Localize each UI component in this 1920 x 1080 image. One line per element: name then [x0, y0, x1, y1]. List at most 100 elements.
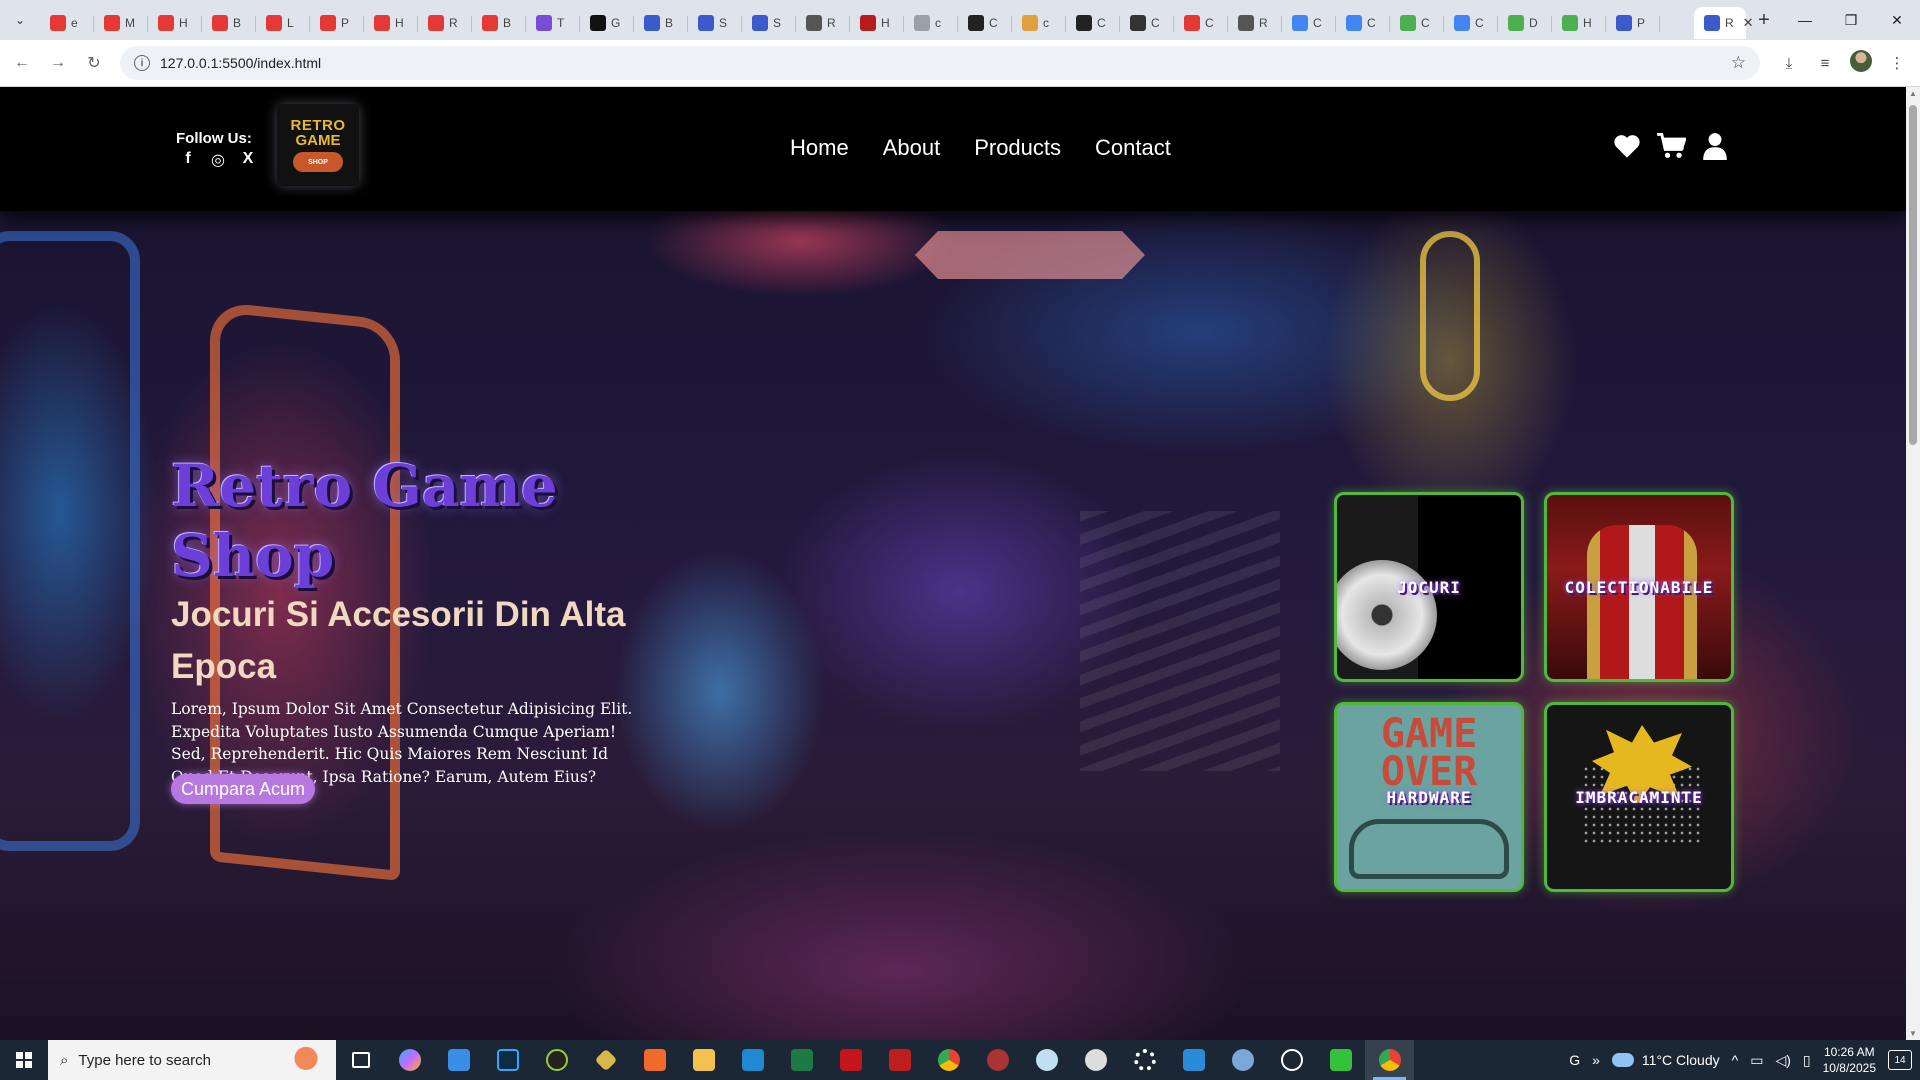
browser-tab[interactable]: c [1012, 7, 1066, 39]
browser-tab[interactable]: S [742, 7, 796, 39]
weather-widget[interactable]: 11°C Cloudy [1611, 1052, 1720, 1068]
nav-contact[interactable]: Contact [1095, 135, 1171, 161]
back-icon[interactable]: ← [4, 45, 40, 81]
app-icon[interactable] [630, 1040, 679, 1080]
browser-tab[interactable]: C [1120, 7, 1174, 39]
heart-icon[interactable] [1612, 131, 1642, 161]
language-indicator[interactable]: G [1569, 1052, 1580, 1068]
browser-tab[interactable]: D [1498, 7, 1552, 39]
app-icon[interactable] [1316, 1040, 1365, 1080]
browser-tab[interactable]: c [904, 7, 958, 39]
browser-tab[interactable]: B [472, 7, 526, 39]
start-button[interactable] [0, 1040, 48, 1080]
acrobat-icon[interactable] [826, 1040, 875, 1080]
browser-tab[interactable]: C [1066, 7, 1120, 39]
app-icon[interactable] [1169, 1040, 1218, 1080]
chevron-up-icon[interactable]: ^ [1732, 1052, 1739, 1068]
browser-tab[interactable]: C [1336, 7, 1390, 39]
browser-tab[interactable]: C [1390, 7, 1444, 39]
facebook-icon[interactable]: f [180, 150, 196, 170]
browser-tab[interactable]: P [1606, 7, 1660, 39]
category-card-jocuri[interactable]: JOCURI [1334, 492, 1524, 682]
cart-icon[interactable] [1656, 131, 1686, 161]
browser-tab[interactable]: T [526, 7, 580, 39]
reload-icon[interactable]: ↻ [76, 45, 112, 81]
restore-button[interactable]: ❐ [1828, 0, 1874, 40]
category-card-colectionabile[interactable]: COLECTIONABILE [1544, 492, 1734, 682]
app-icon[interactable] [1218, 1040, 1267, 1080]
browser-tab[interactable]: R [796, 7, 850, 39]
scrollbar-thumb[interactable] [1909, 105, 1917, 445]
browser-tab[interactable]: R [1228, 7, 1282, 39]
clock[interactable]: 10:26 AM 10/8/2025 [1823, 1044, 1876, 1076]
url-text[interactable]: 127.0.0.1:5500/index.html [160, 55, 1731, 71]
chrome-icon[interactable] [1365, 1040, 1414, 1080]
browser-tab[interactable]: B [202, 7, 256, 39]
download-icon[interactable]: ⤓ [1776, 55, 1802, 72]
browser-tab[interactable]: R [418, 7, 472, 39]
category-card-hardware[interactable]: GAME OVER HARDWARE [1334, 702, 1524, 892]
inkscape-icon[interactable] [532, 1040, 581, 1080]
app-icon[interactable] [973, 1040, 1022, 1080]
browser-tab[interactable]: B [634, 7, 688, 39]
browser-tab[interactable]: G [580, 7, 634, 39]
nav-home[interactable]: Home [790, 135, 849, 161]
browser-menu-icon[interactable]: ⋮ [1884, 54, 1910, 72]
browser-tab[interactable]: e [40, 7, 94, 39]
vscode-icon[interactable] [728, 1040, 777, 1080]
chatgpt-icon[interactable] [1267, 1040, 1316, 1080]
tab-search-button[interactable]: ⌄ [0, 0, 40, 40]
browser-tab[interactable]: L [256, 7, 310, 39]
browser-tab[interactable]: C [958, 7, 1012, 39]
battery-icon[interactable]: ▯ [1803, 1052, 1811, 1069]
x-twitter-icon[interactable]: X [240, 150, 256, 170]
browser-tab[interactable]: P [310, 7, 364, 39]
file-explorer-icon[interactable] [679, 1040, 728, 1080]
app-icon[interactable] [1071, 1040, 1120, 1080]
site-logo[interactable]: RETRO GAME SHOP [277, 104, 359, 186]
scroll-up-icon[interactable]: ▲ [1909, 89, 1917, 98]
network-icon[interactable]: ▭ [1750, 1052, 1763, 1069]
browser-tab[interactable]: C [1282, 7, 1336, 39]
browser-tab[interactable]: H [1552, 7, 1606, 39]
taskbar-search[interactable]: ⌕ Type here to search [48, 1040, 336, 1080]
page-scrollbar[interactable]: ▲ ▼ [1906, 87, 1920, 1040]
browser-tab[interactable]: H [148, 7, 202, 39]
chrome-icon[interactable] [924, 1040, 973, 1080]
excel-icon[interactable] [777, 1040, 826, 1080]
browser-tab[interactable]: M [94, 7, 148, 39]
forward-icon[interactable]: → [40, 45, 76, 81]
address-bar[interactable]: i 127.0.0.1:5500/index.html ☆ [120, 46, 1760, 80]
media-control-icon[interactable]: ≡ [1812, 55, 1838, 72]
copilot-icon[interactable] [385, 1040, 434, 1080]
photoshop-icon[interactable] [483, 1040, 532, 1080]
user-icon[interactable] [1700, 131, 1730, 161]
browser-tab[interactable]: H [364, 7, 418, 39]
filezilla-icon[interactable] [875, 1040, 924, 1080]
avatar[interactable] [1848, 50, 1874, 76]
settings-icon[interactable] [1120, 1040, 1169, 1080]
task-view-icon[interactable] [336, 1040, 385, 1080]
browser-tab[interactable]: S [688, 7, 742, 39]
nav-products[interactable]: Products [974, 135, 1061, 161]
app-icon[interactable] [1022, 1040, 1071, 1080]
minimize-button[interactable]: — [1782, 0, 1828, 40]
site-info-icon[interactable]: i [134, 55, 150, 71]
close-window-button[interactable]: ✕ [1874, 0, 1920, 40]
scroll-down-icon[interactable]: ▼ [1909, 1029, 1917, 1038]
browser-tab[interactable]: H [850, 7, 904, 39]
tab-close-icon[interactable]: ✕ [1743, 15, 1754, 31]
app-icon[interactable] [581, 1040, 630, 1080]
bookmark-star-icon[interactable]: ☆ [1731, 53, 1746, 73]
browser-tab[interactable]: C [1444, 7, 1498, 39]
active-tab[interactable]: R ✕ [1694, 7, 1754, 39]
app-icon[interactable] [434, 1040, 483, 1080]
notification-icon[interactable]: 14 [1888, 1050, 1912, 1070]
browser-tab[interactable]: C [1174, 7, 1228, 39]
category-card-imbracaminte[interactable]: IMBRACAMINTE [1544, 702, 1734, 892]
chevron-right-icon[interactable]: » [1592, 1052, 1600, 1068]
nav-about[interactable]: About [883, 135, 941, 161]
volume-icon[interactable]: ◁) [1775, 1052, 1790, 1069]
shop-now-button[interactable]: Cumpara Acum [171, 774, 316, 804]
instagram-icon[interactable]: ◎ [210, 150, 226, 170]
